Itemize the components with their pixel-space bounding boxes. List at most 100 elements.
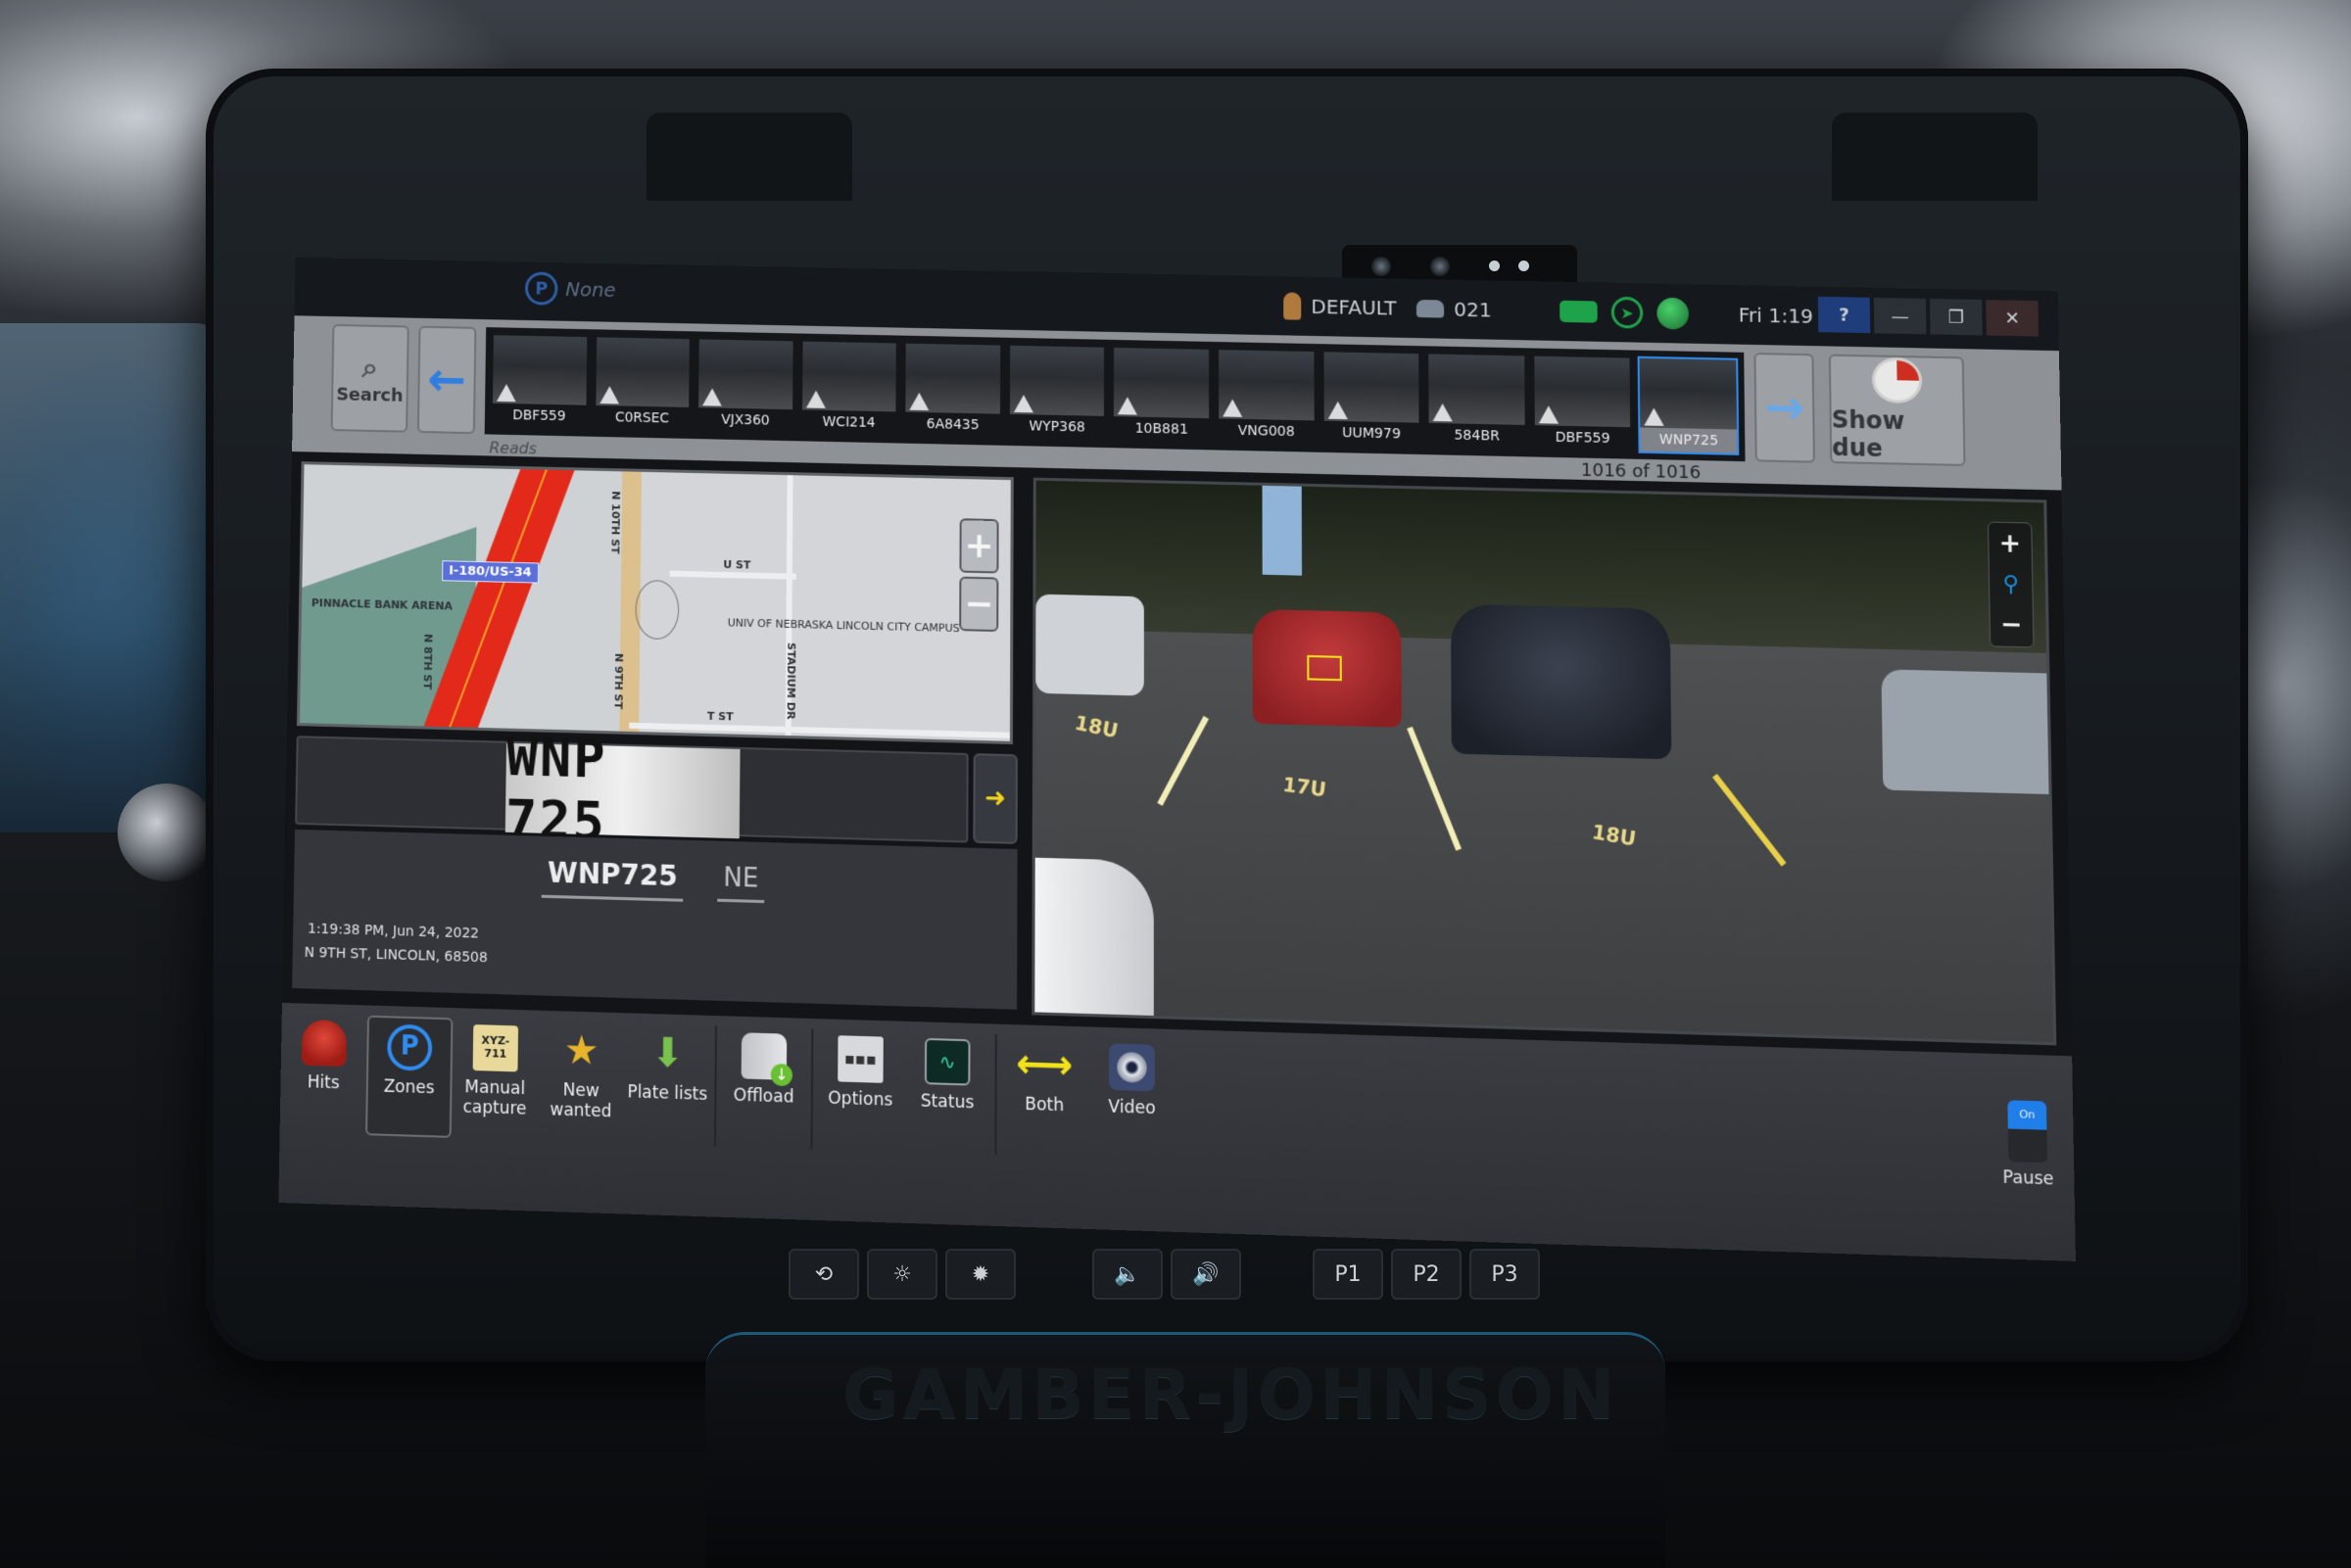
read-thumbnail[interactable]: WCI214 [800, 340, 899, 438]
unit-indicator: 021 [1415, 297, 1492, 322]
camera-view[interactable]: 18U 17U 18U + ⚲ − [1032, 477, 2057, 1046]
minimize-button[interactable]: — [1873, 297, 1927, 335]
tool-label: Hits [307, 1071, 340, 1094]
read-thumbnail[interactable]: DBF559 [491, 333, 589, 431]
plate-keyboard-icon: XYZ-711 [472, 1024, 519, 1072]
read-thumbnail-image [492, 335, 587, 405]
gps-icon[interactable]: ➤ [1610, 296, 1644, 329]
read-thumbnail-plate: VNG008 [1237, 422, 1295, 441]
plate-number-field[interactable]: WNP725 [541, 856, 684, 902]
camera-status-icon[interactable] [1559, 300, 1598, 323]
mount-clip-left [647, 113, 852, 201]
map-label-n9th: N 9TH ST [611, 652, 626, 710]
camera-zoom-out-button[interactable]: − [2000, 609, 2023, 640]
search-button[interactable]: ⌕ Search [330, 323, 409, 433]
arrow-left-icon: ← [426, 352, 467, 408]
read-thumbnail-image [1534, 356, 1631, 428]
status-icons: ➤ [1559, 296, 1690, 330]
read-thumbnail-plate: DBF559 [1555, 429, 1610, 448]
tool-manual-capture-button[interactable]: XYZ-711 Manual capture [452, 1018, 539, 1140]
tool-label: Zones [383, 1076, 435, 1099]
sensor-dot [1518, 261, 1529, 271]
plate-detection-box [1307, 654, 1342, 682]
p3-button[interactable]: P3 [1469, 1249, 1540, 1300]
sensor-dot [1489, 261, 1500, 271]
tool-label: Both [1025, 1094, 1065, 1117]
brightness-up-icon[interactable]: ✹ [945, 1249, 1016, 1300]
heartbeat-monitor-icon: ∿ [924, 1037, 971, 1086]
tool-label: Options [828, 1088, 893, 1111]
magnifier-icon[interactable]: ⚲ [2002, 572, 2019, 597]
map-label-n8th: N 8TH ST [420, 633, 435, 690]
direction-arrow-icon: ➜ [984, 783, 1007, 815]
arrow-right-icon: → [1763, 379, 1805, 437]
rotate-screen-icon[interactable]: ⟲ [789, 1249, 859, 1300]
direction-button[interactable]: ➜ [973, 753, 1018, 844]
show-due-button[interactable]: Show due [1828, 354, 1966, 467]
read-thumbnail-image [1009, 345, 1105, 416]
previous-read-button[interactable]: ← [416, 325, 477, 435]
pause-toggle[interactable]: On Pause [2001, 1100, 2054, 1190]
read-thumbnail-image [1428, 354, 1525, 425]
read-thumbnail-plate: 10B881 [1134, 420, 1188, 438]
vehicle-dash-screen [0, 323, 225, 832]
read-thumbnail[interactable]: DBF559 [1532, 355, 1633, 453]
map-zoom-out-button[interactable]: − [959, 576, 999, 633]
read-thumbnail-plate: 584BR [1454, 427, 1501, 445]
alarm-bell-icon [301, 1019, 348, 1068]
restore-button[interactable]: ❐ [1930, 298, 1983, 336]
window-controls: ? — ❐ ✕ [1817, 296, 2039, 337]
show-due-label: Show due [1831, 405, 1905, 463]
plate-state-field[interactable]: NE [717, 863, 765, 904]
side-mirror [1034, 857, 1154, 1022]
tool-hits-button[interactable]: Hits [280, 1013, 367, 1135]
camera-zoom-in-button[interactable]: + [1999, 529, 2022, 559]
p2-button[interactable]: P2 [1391, 1249, 1462, 1300]
map-zoom-in-button[interactable]: + [959, 518, 999, 574]
tool-video-button[interactable]: Video [1088, 1037, 1176, 1162]
tool-both-button[interactable]: ⟷ Both [1000, 1034, 1087, 1158]
volume-up-icon[interactable]: 🔊 [1171, 1249, 1241, 1300]
read-thumbnail-plate: UUM979 [1342, 425, 1402, 443]
hardware-display-buttons: ⟲ ☼ ✹ [789, 1249, 1016, 1300]
close-button[interactable]: ✕ [1986, 300, 2039, 337]
read-thumbnail[interactable]: VJX360 [696, 337, 794, 435]
tool-zones-button[interactable]: P Zones [365, 1015, 454, 1138]
next-read-button[interactable]: → [1753, 353, 1815, 463]
ir-camera [1430, 257, 1450, 276]
help-button[interactable]: ? [1817, 296, 1871, 334]
tool-status-button[interactable]: ∿ Status [903, 1031, 990, 1155]
map-panel[interactable]: I-180/US-34 PINNACLE BANK ARENA N 8TH ST… [296, 461, 1014, 744]
webcam-lens [1371, 257, 1391, 276]
tool-new-wanted-button[interactable]: ★ New wanted [538, 1021, 625, 1144]
read-thumbnail[interactable]: 6A8435 [904, 342, 1003, 440]
read-thumbnail[interactable]: UUM979 [1321, 350, 1421, 449]
tool-label: Offload [733, 1085, 794, 1108]
tool-options-button[interactable]: ▪▪▪ Options [817, 1028, 904, 1152]
user-icon [1283, 292, 1302, 320]
read-thumbnail[interactable]: VNG008 [1217, 348, 1316, 447]
read-thumbnail[interactable]: 10B881 [1112, 346, 1211, 444]
parked-dark-suv [1450, 603, 1672, 760]
mount-clip-right [1832, 113, 2038, 201]
camera-zoom-controls: + ⚲ − [1988, 521, 2035, 648]
read-thumbnail-image [1114, 347, 1210, 419]
read-thumbnail[interactable]: WNP725 [1637, 356, 1740, 455]
tool-offload-button[interactable]: Offload [720, 1025, 807, 1149]
volume-down-icon[interactable]: 🔈 [1092, 1249, 1163, 1300]
tool-plate-lists-button[interactable]: ⬇ Plate lists [624, 1023, 711, 1147]
sky-patch [1262, 485, 1303, 576]
read-thumbnail[interactable]: C0RSEC [594, 335, 692, 433]
p1-button[interactable]: P1 [1313, 1249, 1383, 1300]
brightness-down-icon[interactable]: ☼ [867, 1249, 937, 1300]
pause-switch[interactable]: On [2007, 1100, 2048, 1164]
network-icon[interactable] [1656, 297, 1690, 330]
read-thumbnail[interactable]: WYP368 [1008, 344, 1107, 442]
map-label-t-st: T ST [706, 709, 734, 724]
unit-number: 021 [1454, 297, 1492, 322]
read-thumbnail-plate: WYP368 [1029, 418, 1085, 436]
patrol-car-icon [1415, 299, 1445, 318]
reads-thumbnail-strip[interactable]: DBF559 C0RSEC VJX360 WCI214 6A8435 WYP368 10B8… [484, 327, 1746, 462]
read-thumbnail[interactable]: 584BR [1426, 352, 1526, 451]
map-zoom-controls: + − [959, 518, 999, 633]
